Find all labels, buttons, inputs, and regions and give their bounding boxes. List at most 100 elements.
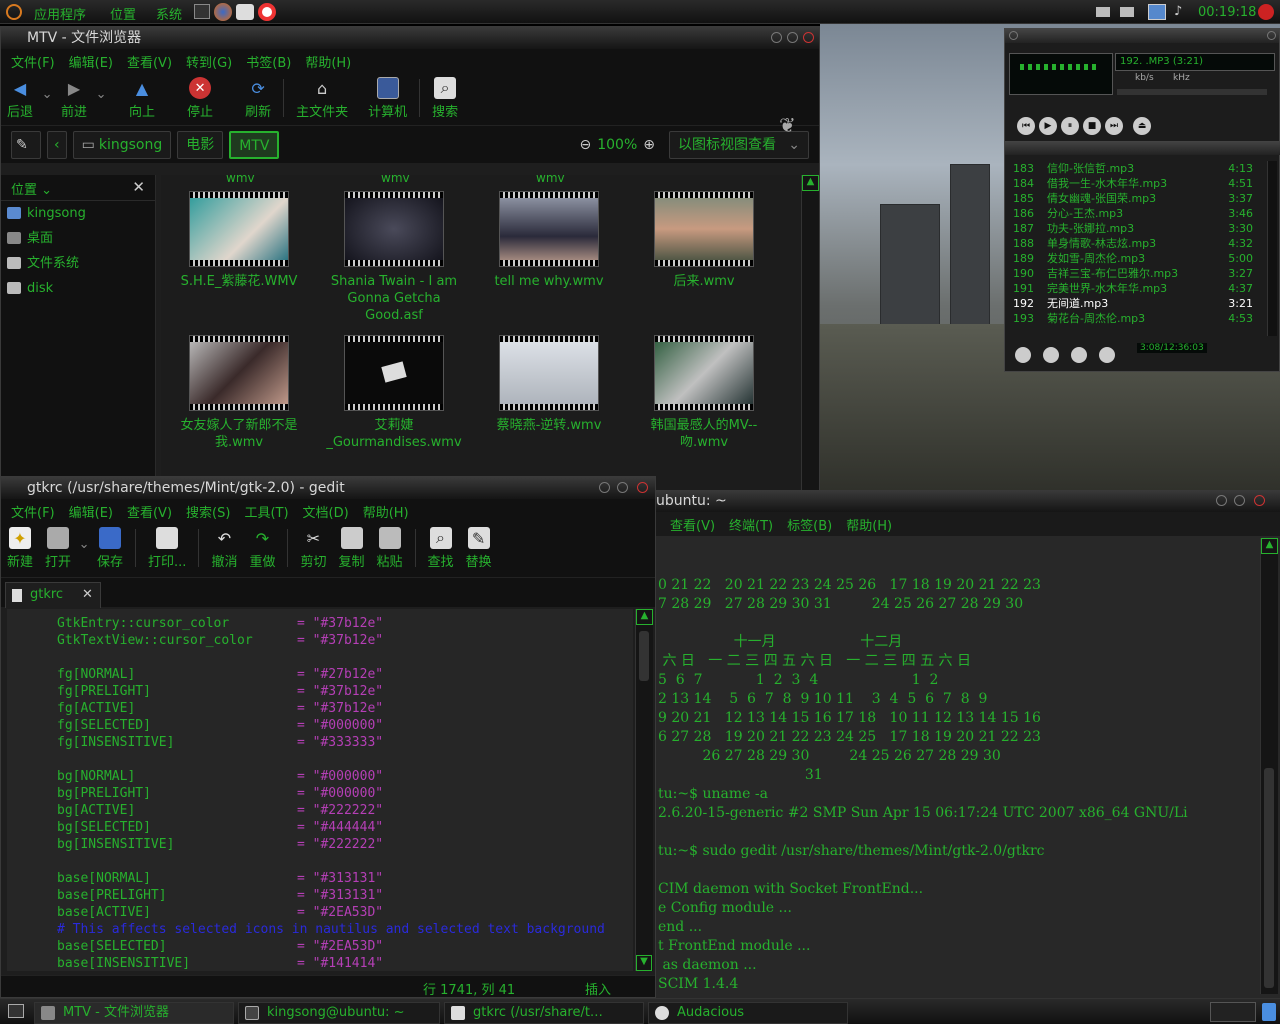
save-button[interactable]: 保存 bbox=[91, 523, 129, 570]
volume-slider[interactable] bbox=[1117, 89, 1267, 95]
back-button[interactable]: ◀ 后退 bbox=[1, 73, 39, 121]
playlist-item[interactable]: 187 功夫-张娜拉.mp3 3:30 bbox=[1013, 221, 1263, 236]
scroll-up-button[interactable]: ▲ bbox=[636, 609, 653, 625]
mail-launcher-icon[interactable] bbox=[236, 4, 254, 20]
menu-view[interactable]: 查看(V) bbox=[670, 515, 715, 534]
menu-help[interactable]: 帮助(H) bbox=[846, 515, 892, 534]
playlist-item[interactable]: 186 分心-王杰.mp3 3:46 bbox=[1013, 206, 1263, 221]
menu-edit[interactable]: 编辑(E) bbox=[69, 52, 113, 71]
pause-icon[interactable]: ⏸ bbox=[1061, 117, 1079, 135]
menu-view[interactable]: 查看(V) bbox=[127, 52, 172, 71]
scroll-thumb[interactable] bbox=[639, 631, 649, 681]
playlist-item-current[interactable]: 192 无间道.mp3 3:21 bbox=[1013, 296, 1263, 311]
gedit-titlebar[interactable]: gtkrc (/usr/share/themes/Mint/gtk-2.0) -… bbox=[1, 477, 655, 499]
sidebar-item-filesystem[interactable]: 文件系统 bbox=[1, 251, 155, 276]
path-scroll-left-button[interactable]: ‹ bbox=[47, 130, 67, 159]
scroll-thumb[interactable] bbox=[1264, 768, 1274, 988]
file-item[interactable]: 蔡晓燕-逆转.wmv bbox=[474, 335, 624, 434]
play-icon[interactable]: ▶ bbox=[1039, 117, 1057, 135]
tab-gtkrc[interactable]: gtkrc ✕ bbox=[5, 582, 101, 608]
menu-file[interactable]: 文件(F) bbox=[11, 52, 55, 71]
find-button[interactable]: ⌕ 查找 bbox=[422, 523, 460, 570]
minimize-button[interactable] bbox=[599, 482, 610, 493]
close-button[interactable] bbox=[803, 32, 814, 43]
playlist-item[interactable]: 188 单身情歌-林志炫.mp3 4:32 bbox=[1013, 236, 1263, 251]
path-button-mtv[interactable]: MTV bbox=[229, 130, 280, 159]
menu-applications[interactable]: 应用程序 bbox=[34, 4, 86, 23]
sidebar-title-select[interactable]: 位置 ⌄ bbox=[11, 179, 52, 198]
file-item[interactable]: 韩国最感人的MV--吻.wmv bbox=[629, 335, 779, 451]
playlist-item[interactable]: 189 发如雪-周杰伦.mp3 5:00 bbox=[1013, 251, 1263, 266]
scroll-up-button[interactable]: ▲ bbox=[802, 175, 819, 191]
playlist-item[interactable]: 191 完美世界-水木年华.mp3 4:37 bbox=[1013, 281, 1263, 296]
paste-button[interactable]: 粘贴 bbox=[371, 523, 409, 570]
menu-tools[interactable]: 工具(T) bbox=[244, 502, 288, 521]
menu-tabs[interactable]: 标签(B) bbox=[787, 515, 832, 534]
network-icon[interactable] bbox=[1148, 4, 1166, 20]
menu-places[interactable]: 位置 bbox=[110, 4, 136, 23]
drive-icon-2[interactable] bbox=[1120, 7, 1134, 17]
terminal-scrollbar[interactable]: ▲ bbox=[1260, 538, 1278, 994]
zoom-out-icon[interactable]: ⊖ bbox=[580, 137, 592, 153]
reload-button[interactable]: ⟳ 刷新 bbox=[239, 73, 277, 121]
text-editor[interactable]: GtkEntry::cursor_color = "#37b12e" GtkText… bbox=[7, 609, 633, 971]
new-button[interactable]: ✦ 新建 bbox=[1, 523, 39, 570]
path-button-kingsong[interactable]: ▭ kingsong bbox=[72, 130, 172, 159]
menu-terminal[interactable]: 终端(T) bbox=[729, 515, 773, 534]
playlist-titlebar[interactable] bbox=[1005, 141, 1280, 155]
playlist-item[interactable]: 190 吉祥三宝-布仁巴雅尔.mp3 3:27 bbox=[1013, 266, 1263, 281]
playlist-item[interactable]: 184 借我一生-水木年华.mp3 4:51 bbox=[1013, 176, 1263, 191]
visualizer[interactable] bbox=[1009, 53, 1113, 95]
open-button[interactable]: 打开 bbox=[39, 523, 77, 570]
menu-file[interactable]: 文件(F) bbox=[11, 502, 55, 521]
path-button-movies[interactable]: 电影 bbox=[177, 130, 224, 159]
close-button[interactable] bbox=[1254, 495, 1265, 506]
playlist-item[interactable]: 185 倩女幽魂-张国荣.mp3 3:37 bbox=[1013, 191, 1263, 206]
playlist-remove-icon[interactable] bbox=[1043, 347, 1059, 363]
scroll-up-button[interactable]: ▲ bbox=[1261, 538, 1278, 554]
back-history-dropdown[interactable]: ⌄ bbox=[39, 73, 55, 102]
firefox-launcher-icon[interactable] bbox=[214, 3, 232, 21]
player-titlebar[interactable] bbox=[1005, 29, 1279, 43]
menu-help[interactable]: 帮助(H) bbox=[363, 502, 409, 521]
minimize-button[interactable] bbox=[771, 32, 782, 43]
previous-icon[interactable]: ⏮ bbox=[1017, 117, 1035, 135]
player-close-button[interactable] bbox=[1267, 31, 1276, 40]
playlist-item[interactable]: 193 菊花台-周杰伦.mp3 4:53 bbox=[1013, 311, 1263, 326]
redo-button[interactable]: ↷ 重做 bbox=[243, 523, 281, 571]
taskbar-item-audacious[interactable]: Audacious bbox=[648, 1002, 848, 1024]
playlist-add-icon[interactable] bbox=[1015, 347, 1031, 363]
zoom-level[interactable]: 100% bbox=[597, 137, 637, 153]
close-button[interactable] bbox=[637, 482, 648, 493]
menu-view[interactable]: 查看(V) bbox=[127, 502, 172, 521]
scroll-down-button[interactable]: ▼ bbox=[636, 955, 652, 971]
terminal-launcher-icon[interactable] bbox=[194, 4, 210, 19]
maximize-button[interactable] bbox=[787, 32, 798, 43]
menu-help[interactable]: 帮助(H) bbox=[305, 52, 351, 71]
file-item[interactable]: 女友嫁人了新郎不是我.wmv bbox=[164, 335, 314, 451]
file-item[interactable]: 艾莉婕_Gourmandises.wmv bbox=[319, 335, 469, 451]
terminal-titlebar[interactable]: ubuntu: ~ bbox=[656, 490, 1280, 512]
up-button[interactable]: ▲ 向上 bbox=[123, 73, 161, 121]
taskbar-item-terminal[interactable]: kingsong@ubuntu: ~ bbox=[238, 1002, 440, 1024]
close-sidebar-icon[interactable]: ✕ bbox=[132, 178, 145, 196]
playlist-select-icon[interactable] bbox=[1071, 347, 1087, 363]
file-item[interactable]: tell me why.wmv bbox=[474, 191, 624, 290]
cut-button[interactable]: ✂ 剪切 bbox=[294, 523, 332, 571]
maximize-button[interactable] bbox=[617, 482, 628, 493]
search-button[interactable]: ⌕ 搜索 bbox=[426, 73, 464, 120]
stop-button[interactable]: ✕ 停止 bbox=[181, 73, 219, 120]
workspace-switcher[interactable] bbox=[1210, 1002, 1256, 1022]
sidebar-item-disk[interactable]: disk bbox=[1, 276, 155, 301]
copy-button[interactable]: 复制 bbox=[333, 523, 371, 570]
print-button[interactable]: 打印... bbox=[142, 523, 192, 570]
file-browser-titlebar[interactable]: MTV - 文件浏览器 bbox=[1, 27, 819, 49]
close-tab-icon[interactable]: ✕ bbox=[82, 583, 93, 607]
location-toggle-button[interactable]: ✎ bbox=[11, 130, 41, 159]
menu-system[interactable]: 系统 bbox=[156, 4, 182, 23]
file-item[interactable]: S.H.E_紫藤花.WMV bbox=[164, 191, 314, 290]
zoom-in-icon[interactable]: ⊕ bbox=[643, 137, 655, 153]
help-launcher-icon[interactable] bbox=[258, 3, 276, 21]
home-button[interactable]: ⌂ 主文件夹 bbox=[290, 73, 354, 121]
menu-edit[interactable]: 编辑(E) bbox=[69, 502, 113, 521]
